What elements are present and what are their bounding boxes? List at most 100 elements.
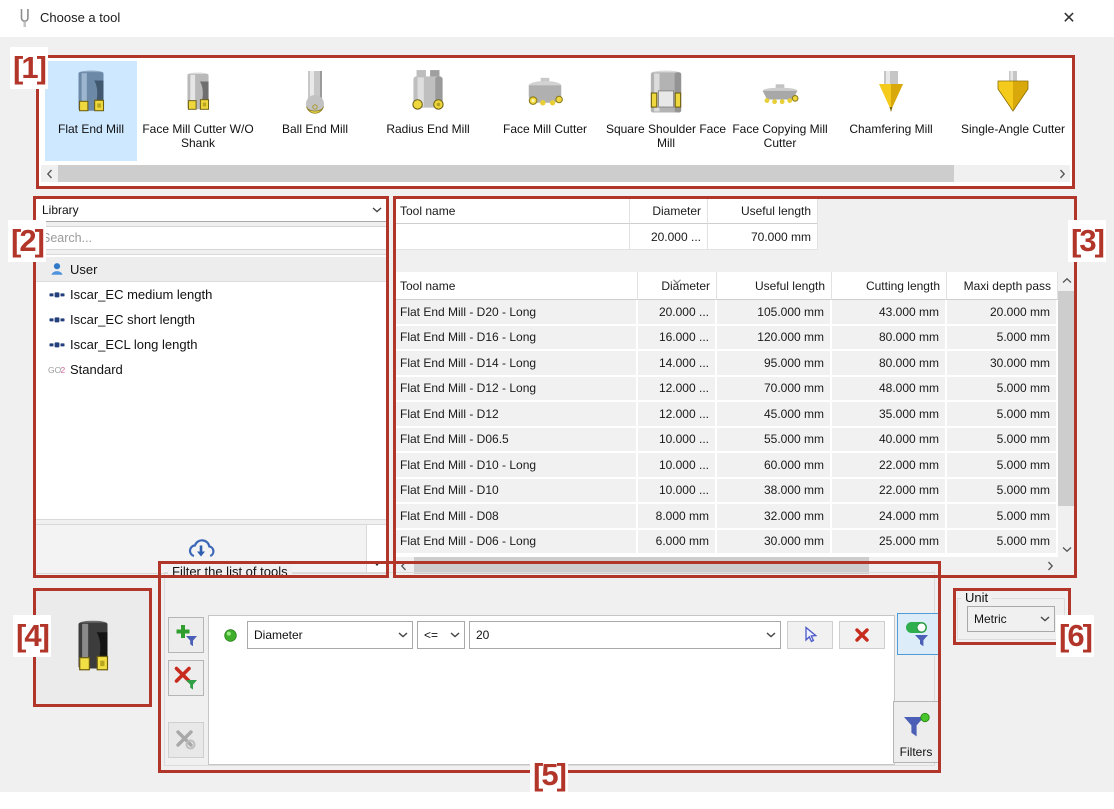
search-input[interactable] bbox=[35, 226, 387, 250]
selected-tool-useful-length: 70.000 mm bbox=[708, 224, 818, 250]
scroll-right-icon[interactable] bbox=[1053, 165, 1070, 182]
scroll-down-icon[interactable] bbox=[1058, 540, 1075, 557]
filter-row[interactable]: Diameter <= 20 bbox=[213, 620, 892, 650]
tool-row[interactable]: Flat End Mill - D12 12.000 ... 45.000 mm… bbox=[395, 402, 1058, 428]
filter-field-dropdown[interactable]: Diameter bbox=[247, 621, 413, 649]
library-item-label: User bbox=[70, 262, 97, 277]
annotation-label-1: [1] bbox=[10, 47, 48, 89]
close-button[interactable]: ✕ bbox=[1048, 4, 1090, 32]
tool-row[interactable]: Flat End Mill - D20 - Long 20.000 ... 10… bbox=[395, 300, 1058, 326]
column-header-tool-name[interactable]: Tool name bbox=[395, 272, 638, 300]
add-filter-button[interactable] bbox=[168, 617, 204, 653]
milling-tool-icon bbox=[44, 340, 70, 350]
tool-type-square-shoulder-face-mill[interactable]: Square Shoulder Face Mill bbox=[605, 61, 727, 161]
tool-type-label: Radius End Mill bbox=[386, 122, 469, 136]
library-panel: Library User Iscar_EC medium length bbox=[35, 198, 387, 576]
tool-type-flat-end-mill[interactable]: Flat End Mill bbox=[45, 61, 137, 161]
tool-window-icon bbox=[16, 7, 33, 35]
remove-filter-button[interactable] bbox=[168, 660, 204, 696]
table-vscroll-track[interactable] bbox=[1058, 289, 1075, 540]
selected-tool-name bbox=[395, 224, 630, 250]
tool-type-chamfering-mill[interactable]: Chamfering Mill bbox=[833, 61, 949, 161]
chevron-down-icon bbox=[1040, 616, 1050, 622]
tool-type-ball-end-mill[interactable]: Ball End Mill bbox=[259, 61, 371, 161]
go2-icon: GO2 bbox=[44, 364, 70, 375]
unit-dropdown[interactable]: Metric bbox=[967, 606, 1055, 632]
filters-button[interactable]: Filters bbox=[893, 701, 939, 763]
face-copying-mill-cutter-icon bbox=[754, 63, 806, 119]
tool-type-toolbar: Flat End Mill Face Mill Cutter W/O Shank… bbox=[38, 57, 1073, 187]
library-item-user[interactable]: User bbox=[36, 257, 386, 282]
user-icon bbox=[44, 261, 70, 277]
radius-end-mill-icon bbox=[403, 63, 453, 119]
library-item-label: Iscar_EC short length bbox=[70, 312, 195, 327]
tool-type-single-angle-cutter[interactable]: Single-Angle Cutter bbox=[949, 61, 1073, 161]
filter-group-title: Filter the list of tools bbox=[168, 564, 292, 579]
tool-row[interactable]: Flat End Mill - D06.5 10.000 ... 55.000 … bbox=[395, 428, 1058, 454]
column-header-diameter[interactable]: Diameter bbox=[638, 272, 717, 300]
tool-type-radius-end-mill[interactable]: Radius End Mill bbox=[371, 61, 485, 161]
scroll-right-icon[interactable] bbox=[1041, 557, 1058, 574]
add-filter-icon bbox=[174, 623, 198, 647]
column-header-useful-length[interactable]: Useful length bbox=[708, 198, 818, 224]
column-header-cutting-length[interactable]: Cutting length bbox=[832, 272, 947, 300]
tools-tables-panel: Tool name Diameter Useful length 20.000 … bbox=[395, 198, 1075, 576]
pointer-cursor-icon bbox=[801, 626, 819, 644]
tool-row[interactable]: Flat End Mill - D10 - Long 10.000 ... 60… bbox=[395, 453, 1058, 479]
filter-operator-dropdown[interactable]: <= bbox=[417, 621, 465, 649]
tool-type-face-mill-cutter-wo-shank[interactable]: Face Mill Cutter W/O Shank bbox=[137, 61, 259, 161]
filters-button-label: Filters bbox=[900, 745, 933, 759]
filters-funnel-icon bbox=[901, 712, 931, 742]
selected-tool-table: Tool name Diameter Useful length 20.000 … bbox=[395, 198, 818, 250]
choose-a-tool-dialog: Choose a tool ✕ Flat End Mill Face Mill … bbox=[0, 0, 1114, 809]
unit-group: Unit Metric bbox=[955, 590, 1069, 643]
face-mill-cutter-icon bbox=[519, 63, 571, 119]
pick-value-button[interactable] bbox=[787, 621, 833, 649]
scroll-left-icon[interactable] bbox=[41, 165, 58, 182]
flat-end-mill-preview-icon bbox=[64, 617, 122, 679]
tool-row[interactable]: Flat End Mill - D12 - Long 12.000 ... 70… bbox=[395, 377, 1058, 403]
annotation-label-3: [3] bbox=[1068, 220, 1106, 262]
library-item-iscar-ec-medium[interactable]: Iscar_EC medium length bbox=[36, 282, 386, 307]
scroll-up-icon[interactable] bbox=[1058, 272, 1075, 289]
toolbar-horizontal-scrollbar[interactable] bbox=[41, 165, 1070, 182]
tool-row[interactable]: Flat End Mill - D10 10.000 ... 38.000 mm… bbox=[395, 479, 1058, 505]
library-item-iscar-ecl-long[interactable]: Iscar_ECL long length bbox=[36, 332, 386, 357]
tool-type-face-mill-cutter[interactable]: Face Mill Cutter bbox=[485, 61, 605, 161]
delete-filter-button[interactable] bbox=[839, 621, 885, 649]
toolbar-scroll-thumb[interactable] bbox=[58, 165, 954, 182]
tools-list-table: Tool name Diameter Useful length Cutting… bbox=[395, 272, 1058, 557]
library-list: User Iscar_EC medium length Iscar_EC sho… bbox=[35, 254, 387, 520]
tool-type-label: Ball End Mill bbox=[282, 122, 348, 136]
library-item-standard[interactable]: GO2 Standard bbox=[36, 357, 386, 382]
tool-row[interactable]: Flat End Mill - D14 - Long 14.000 ... 95… bbox=[395, 351, 1058, 377]
enable-filter-toggle-button[interactable] bbox=[897, 613, 939, 655]
table-vscroll-thumb[interactable] bbox=[1058, 291, 1075, 506]
face-mill-cutter-wo-shank-icon bbox=[175, 63, 221, 119]
annotation-label-6: [6] bbox=[1056, 615, 1094, 657]
library-dropdown[interactable]: Library bbox=[35, 198, 387, 222]
filter-value-combobox[interactable]: 20 bbox=[469, 621, 781, 649]
title-bar: Choose a tool ✕ bbox=[0, 0, 1114, 37]
tool-row[interactable]: Flat End Mill - D16 - Long 16.000 ... 12… bbox=[395, 326, 1058, 352]
selected-tool-row[interactable]: 20.000 ... 70.000 mm bbox=[395, 224, 818, 250]
column-header-tool-name[interactable]: Tool name bbox=[395, 198, 630, 224]
table-vertical-scrollbar[interactable] bbox=[1058, 272, 1075, 557]
column-header-useful-length[interactable]: Useful length bbox=[717, 272, 832, 300]
library-item-label: Standard bbox=[70, 362, 123, 377]
tool-row[interactable]: Flat End Mill - D06 - Long 6.000 mm 30.0… bbox=[395, 530, 1058, 556]
square-shoulder-face-mill-icon bbox=[640, 63, 692, 119]
toolbar-scroll-track[interactable] bbox=[58, 165, 1053, 182]
cut-filter-button[interactable] bbox=[168, 722, 204, 758]
unit-group-title: Unit bbox=[961, 590, 992, 605]
milling-tool-icon bbox=[44, 315, 70, 325]
filter-list: Diameter <= 20 bbox=[208, 615, 895, 765]
tool-type-face-copying-mill-cutter[interactable]: Face Copying Mill Cutter bbox=[727, 61, 833, 161]
green-dot-icon bbox=[213, 629, 247, 642]
library-item-iscar-ec-short[interactable]: Iscar_EC short length bbox=[36, 307, 386, 332]
tool-type-label: Single-Angle Cutter bbox=[961, 122, 1065, 136]
column-header-maxi-depth-pass[interactable]: Maxi depth pass bbox=[947, 272, 1058, 300]
red-x-icon bbox=[854, 627, 870, 643]
tool-row[interactable]: Flat End Mill - D08 8.000 mm 32.000 mm 2… bbox=[395, 504, 1058, 530]
column-header-diameter[interactable]: Diameter bbox=[630, 198, 708, 224]
